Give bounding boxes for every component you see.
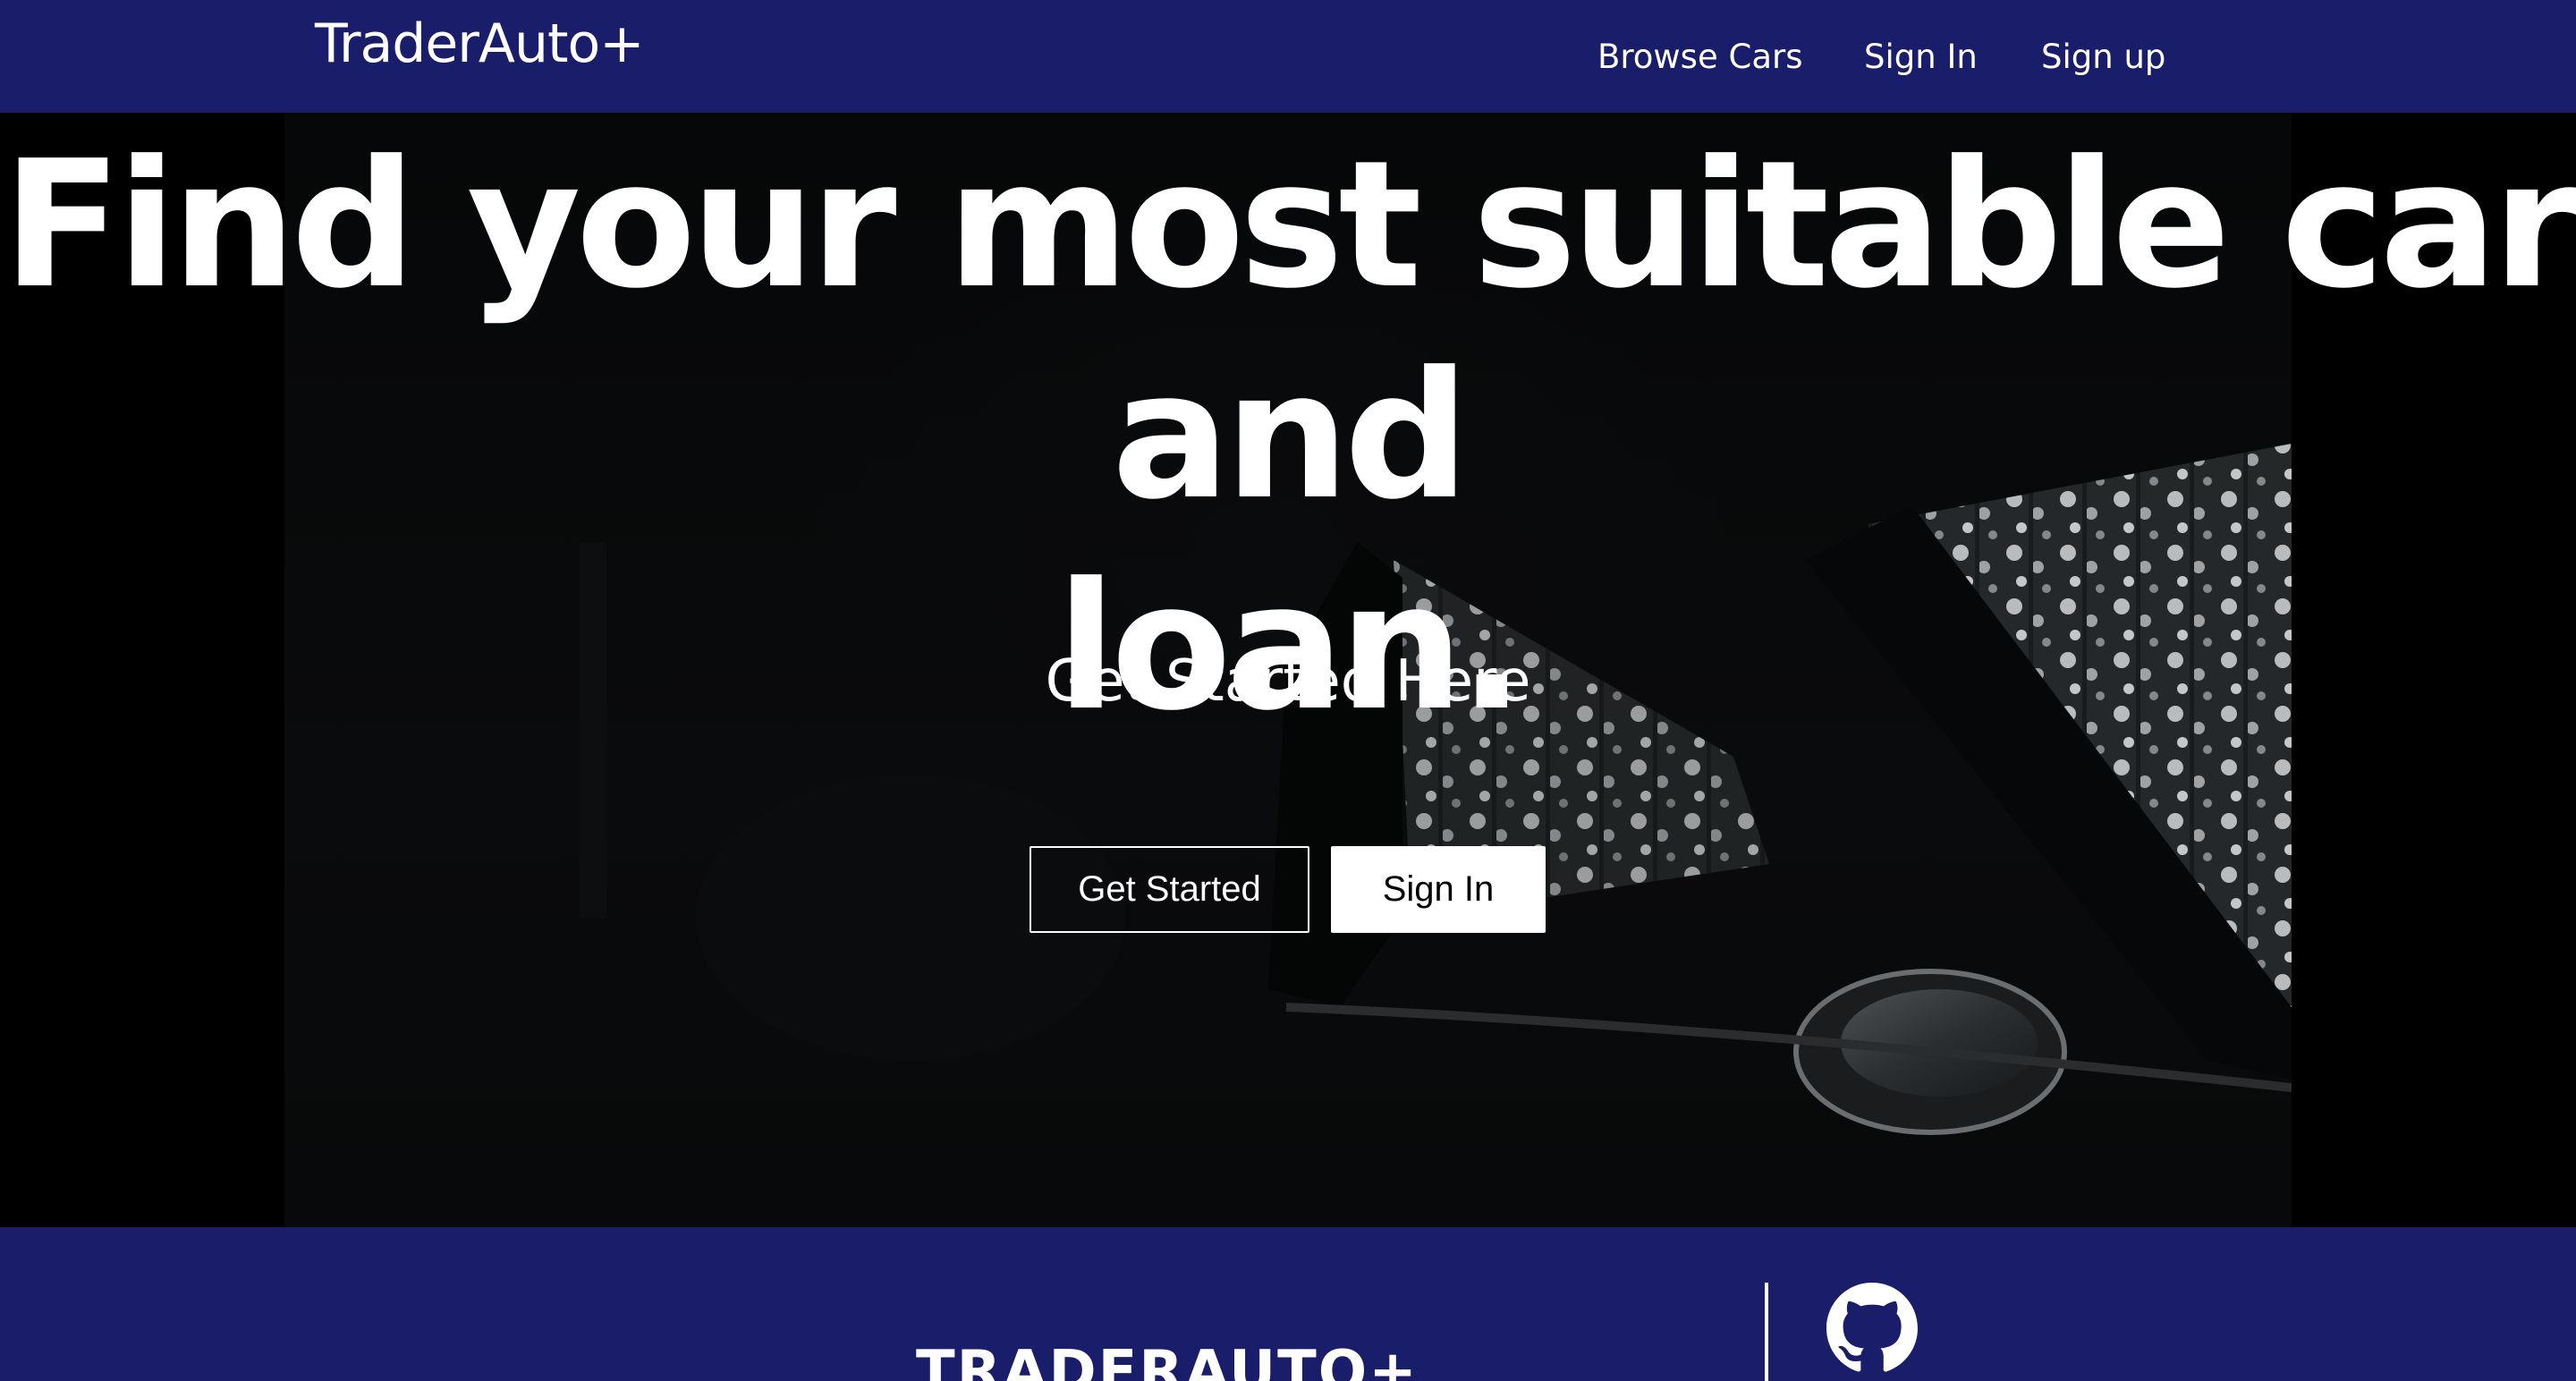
headline-line-1: Find your most suitable car and — [2, 123, 2576, 538]
nav-browse-cars-link[interactable]: Browse Cars — [1597, 30, 1864, 84]
brand-logo-link[interactable]: TraderAuto+ — [315, 9, 645, 79]
sign-in-button[interactable]: Sign In — [1331, 846, 1546, 933]
hero-subheading: Get Started Here — [1045, 648, 1531, 715]
nav-sign-in-link[interactable]: Sign In — [1864, 30, 2041, 84]
hero-button-group: Get Started Sign In — [1030, 846, 1546, 933]
nav-sign-up-link[interactable]: Sign up — [2041, 30, 2220, 84]
footer-brand: TRADERAUTO+ — [916, 1339, 1419, 1381]
get-started-button[interactable]: Get Started — [1030, 846, 1309, 933]
top-navbar: TraderAuto+ Browse Cars Sign In Sign up — [0, 0, 2576, 113]
footer-divider — [1765, 1283, 1768, 1381]
footer: TRADERAUTO+ — [0, 1227, 2576, 1381]
hero-section: Find your most suitable car and loan. Ge… — [0, 113, 2576, 1227]
github-icon[interactable] — [1826, 1283, 1918, 1374]
nav-links: Browse Cars Sign In Sign up — [1597, 30, 2220, 84]
